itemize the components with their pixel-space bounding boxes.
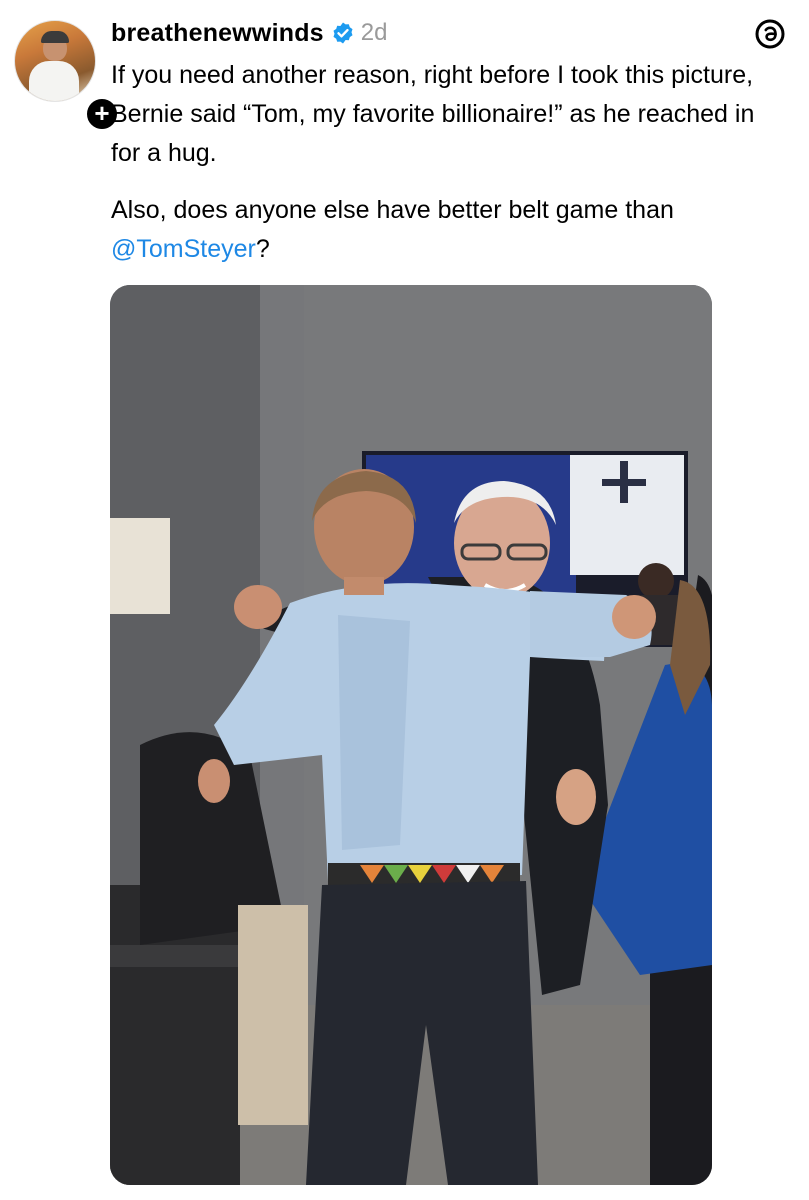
post-body: If you need another reason, right before… [111, 56, 783, 269]
post-timestamp: 2d [360, 19, 388, 46]
threads-logo-icon[interactable] [754, 18, 786, 50]
post-photo[interactable] [110, 285, 712, 1185]
username[interactable]: breathenewwinds [111, 19, 324, 48]
post-header: breathenewwinds 2d [111, 16, 387, 50]
mention-link[interactable]: @TomSteyer [111, 235, 256, 263]
verified-badge-icon [331, 21, 355, 45]
post-paragraph-1: If you need another reason, right before… [111, 61, 755, 167]
threads-post: + breathenewwinds 2d If you need another… [0, 0, 809, 1200]
avatar-container[interactable]: + [14, 20, 120, 132]
post-paragraph-2: Also, does anyone else have better belt … [111, 191, 783, 269]
post-paragraph-2-suffix: ? [255, 235, 270, 263]
post-photo-illustration [110, 285, 712, 1185]
post-paragraph-2-text: Also, does anyone else have better belt … [111, 196, 674, 224]
avatar[interactable] [14, 20, 96, 102]
